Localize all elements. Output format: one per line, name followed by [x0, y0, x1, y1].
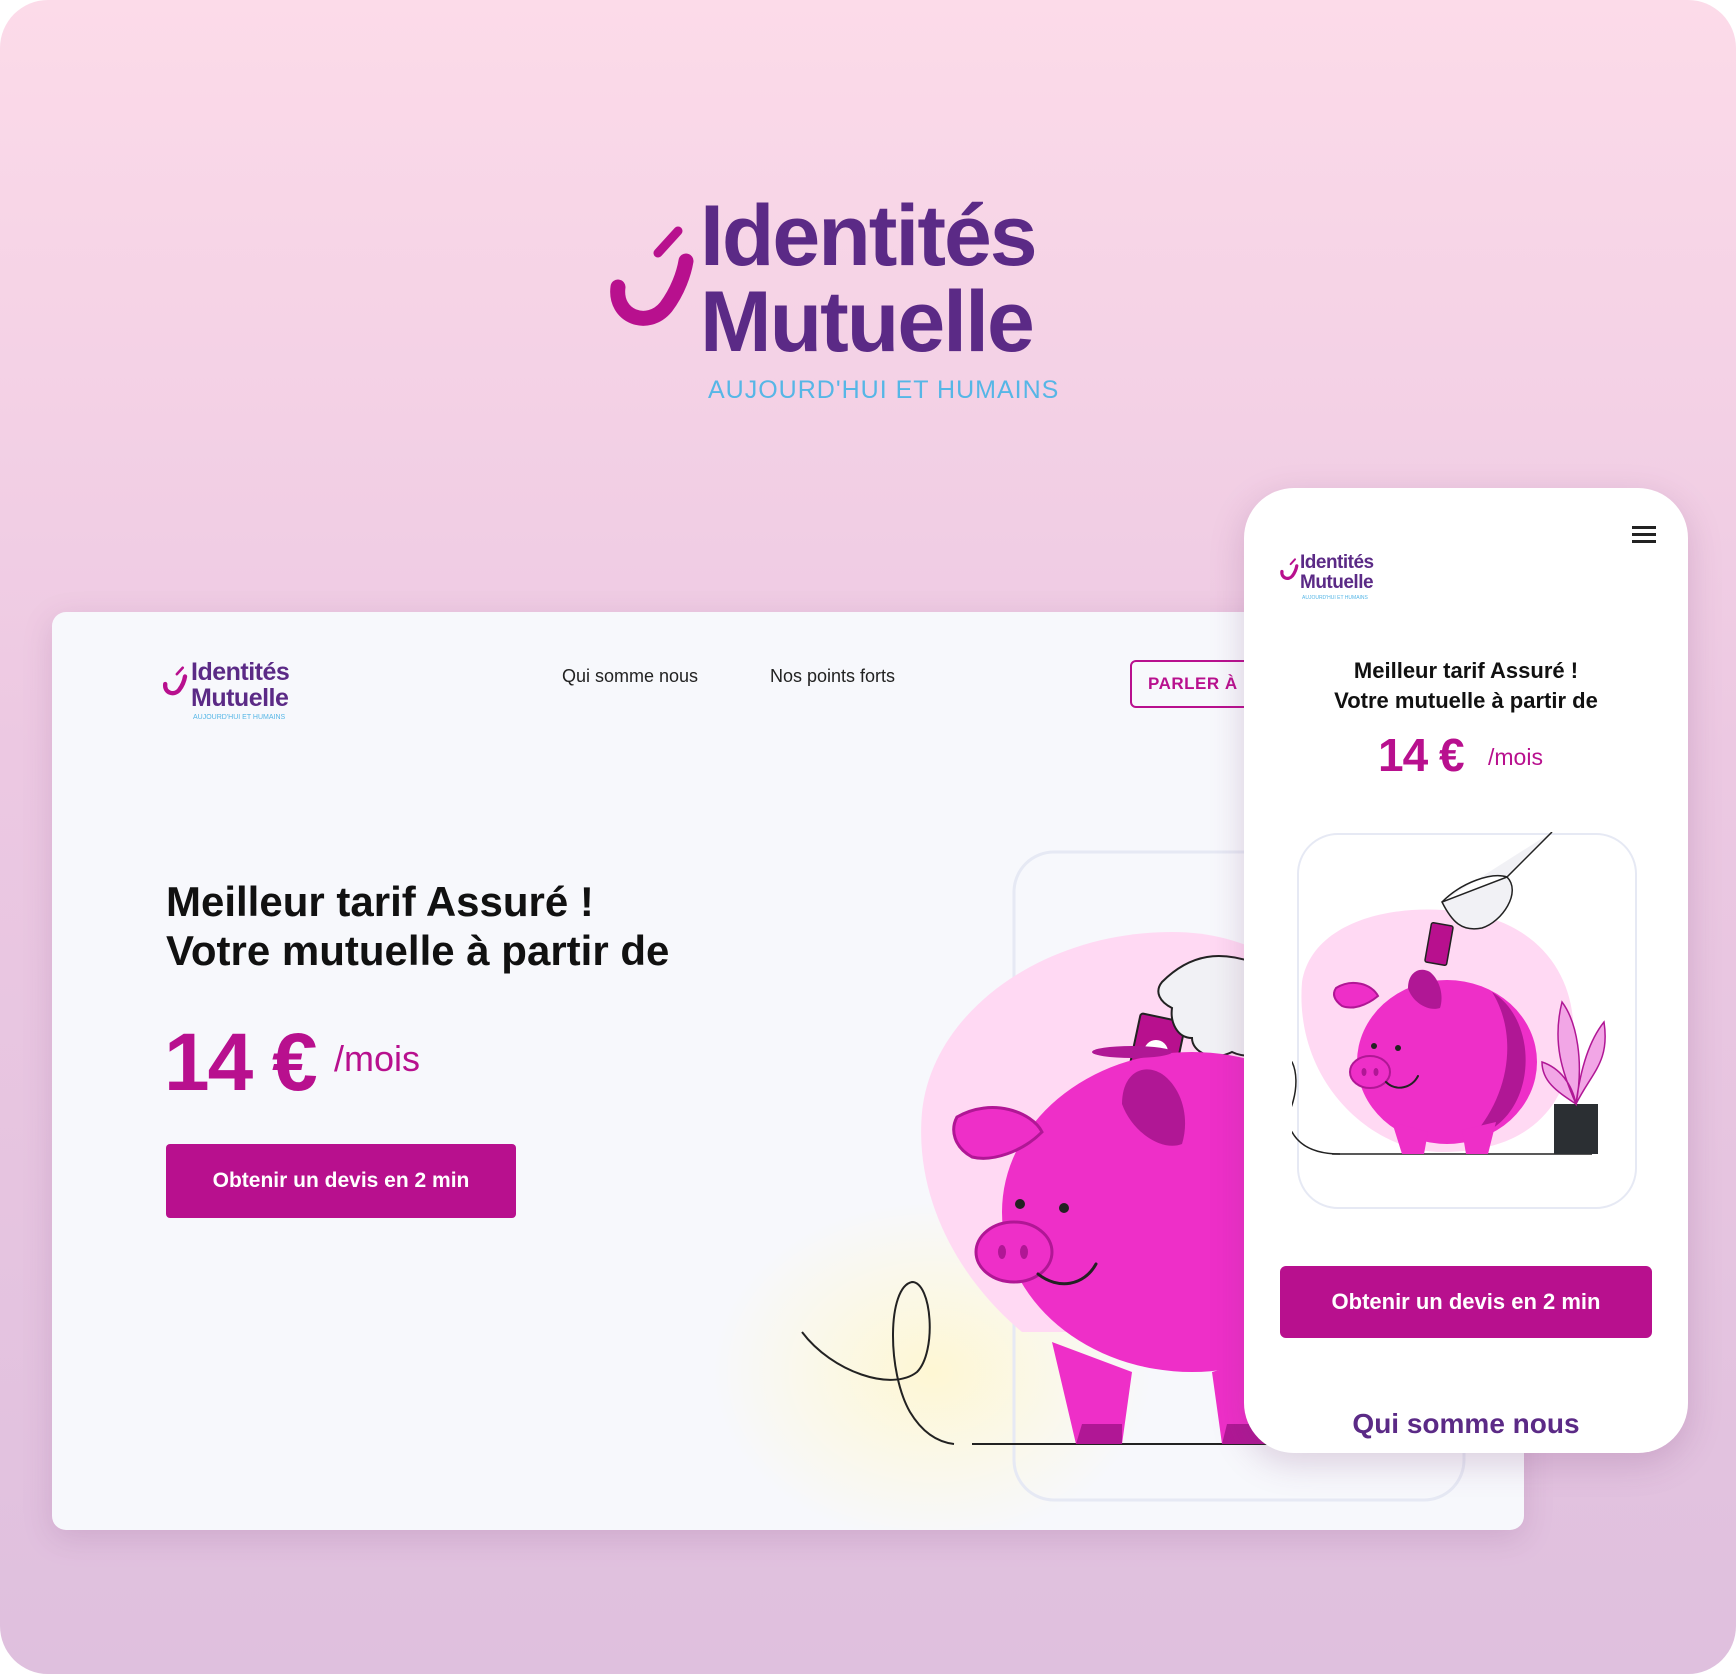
logo-line2: Mutuelle — [1300, 572, 1374, 593]
mobile-header-logo[interactable]: Identités Mutuelle AUJOURD'HUI ET HUMAIN… — [1278, 552, 1398, 602]
brand-mark-icon — [610, 226, 694, 326]
nav-link-nos-points-forts[interactable]: Nos points forts — [770, 666, 895, 687]
hero-price-period: /mois — [334, 1038, 421, 1079]
mobile-quote-button[interactable]: Obtenir un devis en 2 min — [1280, 1266, 1652, 1338]
brand-tagline: AUJOURD'HUI ET HUMAINS — [708, 376, 1060, 404]
brand-mark-icon — [1280, 558, 1299, 580]
mobile-section-title: Qui somme nous — [1352, 1408, 1580, 1439]
logo-tagline: AUJOURD'HUI ET HUMAINS — [1302, 595, 1368, 601]
brand-name-line1: Identités — [700, 188, 1038, 284]
logo-tagline: AUJOURD'HUI ET HUMAINS — [193, 714, 286, 721]
plant-pot — [1554, 1104, 1598, 1154]
hero-price: 14 € — [164, 1017, 318, 1108]
mobile-hero-title-line2: Votre mutuelle à partir de — [1334, 688, 1598, 713]
mobile-piggy-bank-illustration — [1292, 832, 1637, 1209]
logo-line2: Mutuelle — [191, 684, 289, 712]
hero-title-line1: Meilleur tarif Assuré ! — [166, 878, 594, 925]
hero-title-line2: Votre mutuelle à partir de — [166, 927, 670, 974]
nav-link-qui-somme-nous[interactable]: Qui somme nous — [562, 666, 698, 687]
piggy-snout — [974, 1220, 1054, 1284]
brand-mark-icon — [163, 666, 188, 696]
mobile-hero-title-line1: Meilleur tarif Assuré ! — [1353, 658, 1579, 683]
brand-logo-large: Identités Mutuelle AUJOURD'HUI ET HUMAIN… — [600, 188, 1080, 420]
logo-line1: Identités — [191, 658, 290, 686]
showcase-background: Identités Mutuelle AUJOURD'HUI ET HUMAIN… — [0, 0, 1736, 1674]
logo-line1: Identités — [1300, 552, 1374, 573]
mobile-mockup: Identités Mutuelle AUJOURD'HUI ET HUMAIN… — [1244, 488, 1688, 1453]
hamburger-icon[interactable] — [1632, 526, 1660, 550]
quote-button[interactable]: Obtenir un devis en 2 min — [166, 1144, 516, 1218]
header-logo[interactable]: Identités Mutuelle AUJOURD'HUI ET HUMAIN… — [160, 658, 310, 728]
brand-name-line2: Mutuelle — [700, 274, 1035, 370]
mobile-hero-price-period: /mois — [1488, 744, 1543, 770]
mobile-hero-price: 14 € — [1378, 729, 1465, 781]
